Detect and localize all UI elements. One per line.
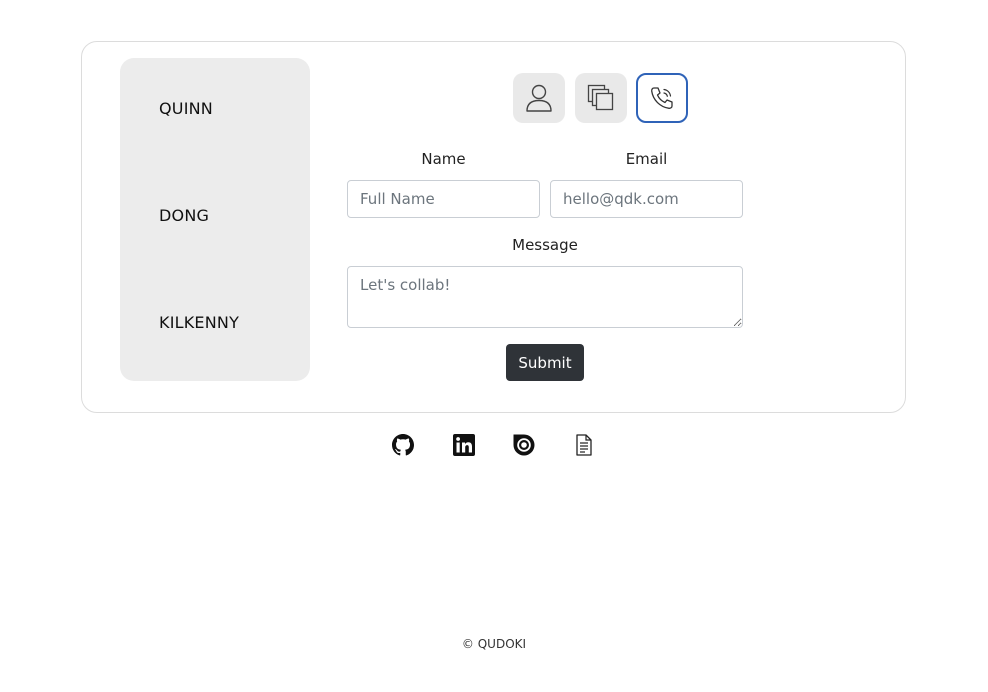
person-icon — [526, 84, 552, 112]
name-label: Name — [421, 150, 466, 168]
email-input[interactable] — [550, 180, 743, 218]
tab-about[interactable] — [513, 73, 565, 123]
github-icon — [392, 434, 414, 456]
tab-projects[interactable] — [575, 73, 627, 123]
linkedin-icon — [453, 434, 475, 456]
name-word-middle: DONG — [159, 206, 210, 225]
telephone-icon — [651, 87, 673, 109]
message-label: Message — [512, 236, 578, 254]
name-panel: QUINN DONG KILKENNY — [120, 58, 310, 381]
name-input[interactable] — [347, 180, 540, 218]
message-textarea[interactable] — [347, 266, 743, 328]
name-word-last: KILKENNY — [159, 313, 240, 332]
copy-icon — [587, 84, 614, 111]
footer-copyright: © QUDOKI — [461, 637, 527, 651]
name-word-first: QUINN — [159, 99, 213, 118]
github-link[interactable] — [391, 433, 415, 457]
issuu-link[interactable] — [512, 433, 536, 457]
tab-contact[interactable] — [636, 73, 688, 123]
resume-document-icon — [576, 434, 592, 456]
email-label: Email — [625, 150, 668, 168]
submit-button[interactable]: Submit — [506, 344, 584, 381]
issuu-icon — [513, 434, 535, 456]
resume-link[interactable] — [572, 433, 596, 457]
linkedin-link[interactable] — [452, 433, 476, 457]
